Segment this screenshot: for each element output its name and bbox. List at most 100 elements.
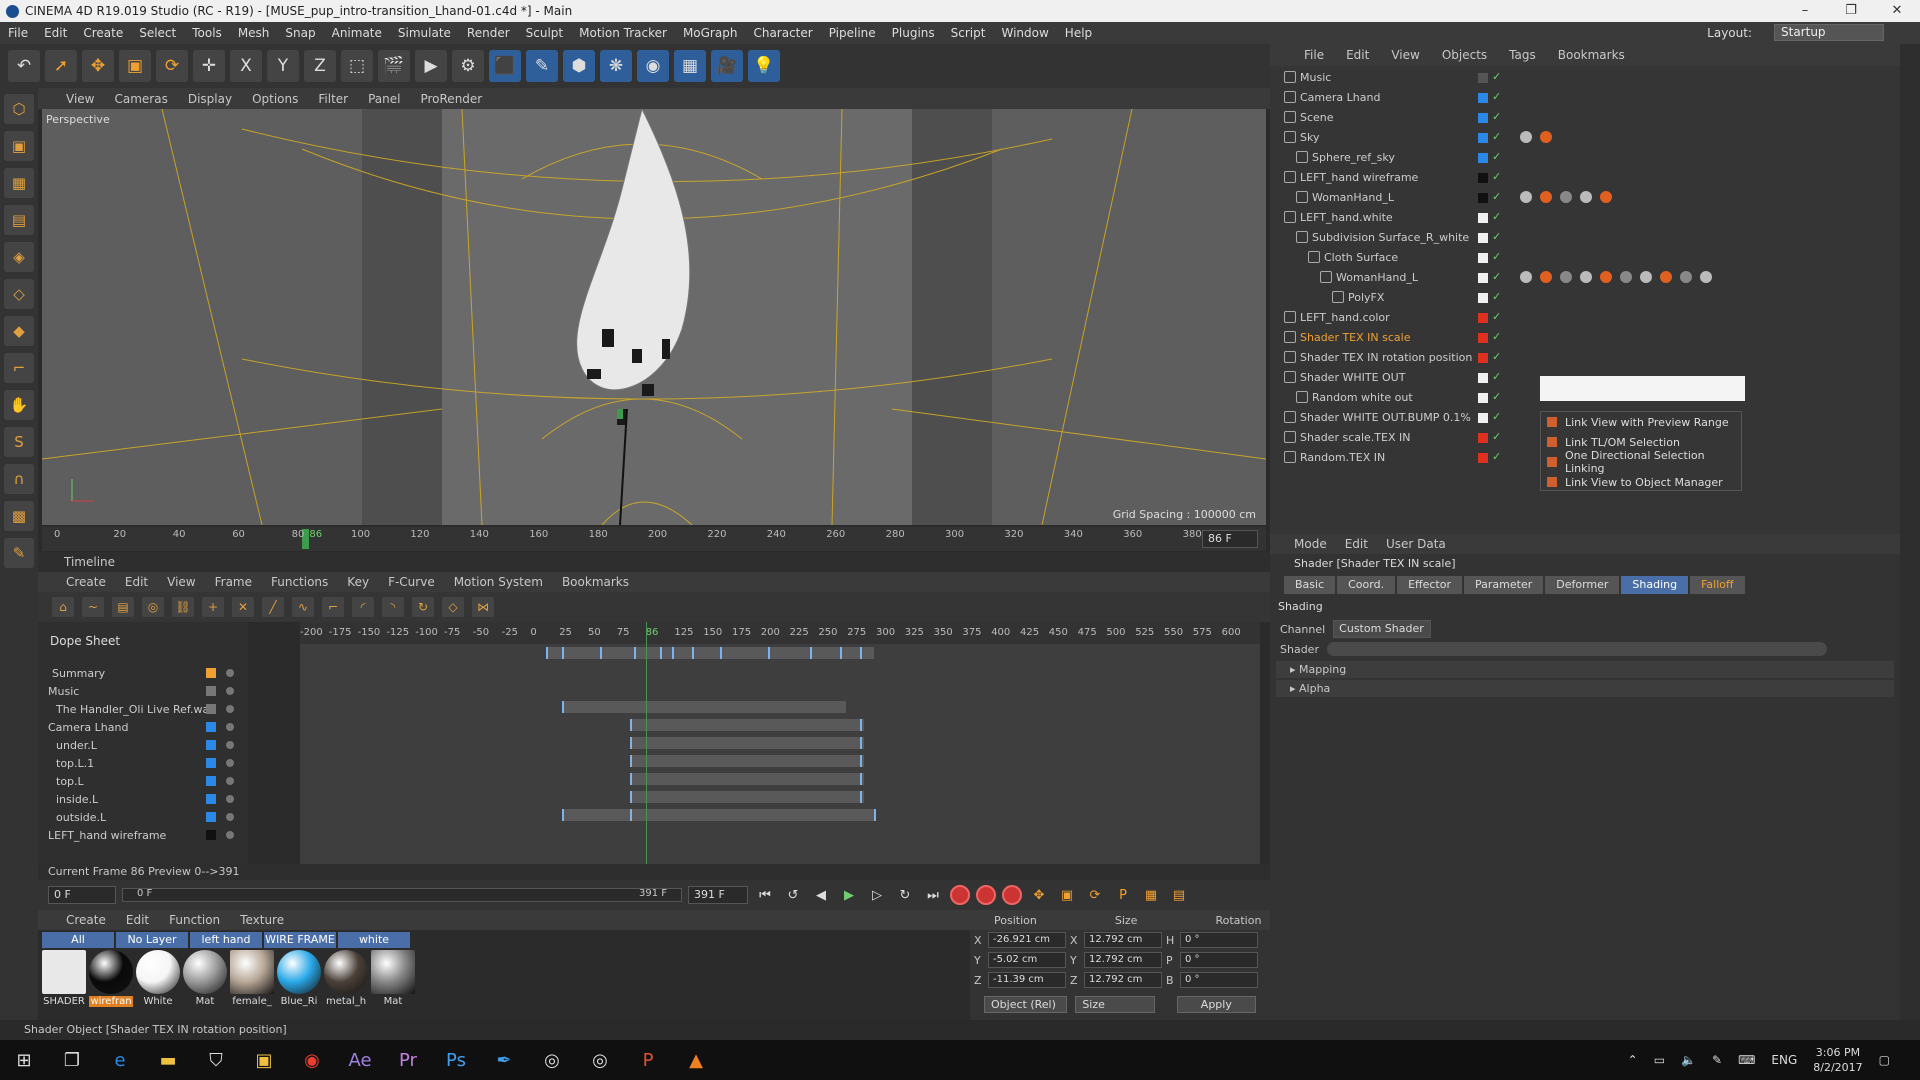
visibility-check-icon[interactable]: ✓	[1492, 210, 1501, 223]
fcurve-mode-icon[interactable]: ~	[82, 597, 104, 617]
store-icon[interactable]: ⛉	[192, 1040, 240, 1080]
layer-color-swatch[interactable]	[1478, 213, 1488, 223]
keyframe[interactable]	[720, 647, 722, 659]
context-item-link-view-to-object-manager[interactable]: Link View to Object Manager	[1541, 472, 1741, 492]
tag-icon[interactable]	[1520, 191, 1532, 203]
object-row[interactable]: WomanHand_L ✓	[1270, 268, 1900, 288]
volume-icon[interactable]: 🔈	[1681, 1053, 1696, 1067]
layer-color-swatch[interactable]	[1478, 173, 1488, 183]
motion-mode-icon[interactable]: ▤	[112, 597, 134, 617]
material-menu-edit[interactable]: Edit	[126, 913, 149, 927]
add-key-icon[interactable]: +	[202, 597, 224, 617]
current-frame-field[interactable]: 86 F	[1202, 530, 1258, 548]
visibility-check-icon[interactable]: ✓	[1492, 110, 1501, 123]
tag-icon[interactable]	[1700, 271, 1712, 283]
auto-key-icon[interactable]	[976, 885, 996, 905]
tag-icon[interactable]	[1580, 271, 1592, 283]
layer-color-swatch[interactable]	[1478, 293, 1488, 303]
keyframe[interactable]	[562, 701, 564, 713]
material-item[interactable]: SHADER	[42, 950, 86, 1012]
layer-color-swatch[interactable]	[1478, 333, 1488, 343]
material-item[interactable]: White	[136, 950, 180, 1012]
keyframe[interactable]	[634, 647, 636, 659]
material-preview[interactable]	[277, 950, 321, 994]
folder-icon[interactable]: ▣	[240, 1040, 288, 1080]
feather-icon[interactable]: ✒	[480, 1040, 528, 1080]
key-range-bar[interactable]	[630, 773, 864, 785]
object-row[interactable]: Shader TEX IN rotation position ✓	[1270, 348, 1900, 368]
spline-icon[interactable]: ∿	[292, 597, 314, 617]
tweak-mode-icon[interactable]: ✋	[4, 390, 34, 420]
dope-sheet-keys[interactable]: -200 -175 -150 -125 -100 -75 -50 -25 0 25 50 75 86 12…	[300, 622, 1260, 864]
material-preview[interactable]	[136, 950, 180, 994]
rotation-field[interactable]: 0 °	[1180, 952, 1258, 968]
layer-color-swatch[interactable]	[1478, 453, 1488, 463]
visibility-check-icon[interactable]: ✓	[1492, 130, 1501, 143]
material-filter-all[interactable]: All	[42, 932, 114, 948]
tab-parameter[interactable]: Parameter	[1464, 576, 1544, 594]
object-row[interactable]: LEFT_hand.color ✓	[1270, 308, 1900, 328]
camera-icon[interactable]: 🎥	[711, 50, 743, 82]
menu-mograph[interactable]: MoGraph	[683, 26, 738, 40]
workplane-icon[interactable]: ▤	[4, 205, 34, 235]
tag-icon[interactable]	[1560, 191, 1572, 203]
timeline-menu-edit[interactable]: Edit	[125, 575, 148, 589]
key-track[interactable]	[300, 644, 1260, 662]
menu-pipeline[interactable]: Pipeline	[829, 26, 876, 40]
scale-icon[interactable]: ▣	[119, 50, 151, 82]
key-range-bar[interactable]	[630, 755, 864, 767]
menu-motion-tracker[interactable]: Motion Tracker	[579, 26, 667, 40]
tag-icon[interactable]	[1560, 271, 1572, 283]
object-row[interactable]: Subdivision Surface_R_white ✓	[1270, 228, 1900, 248]
deformer-icon[interactable]: ◉	[637, 50, 669, 82]
key-mode-icon[interactable]: ⌂	[52, 597, 74, 617]
objects-menu-objects[interactable]: Objects	[1442, 48, 1487, 62]
keyframe[interactable]	[860, 719, 862, 731]
timeline-menu-create[interactable]: Create	[66, 575, 106, 589]
material-preview[interactable]	[324, 950, 368, 994]
cross-icon[interactable]: ✛	[193, 50, 225, 82]
layer-color-swatch[interactable]	[1478, 353, 1488, 363]
layer-color-swatch[interactable]	[1478, 233, 1488, 243]
tag-icon[interactable]	[1520, 271, 1532, 283]
dope-ruler[interactable]: -200 -175 -150 -125 -100 -75 -50 -25 0 25 50 75 86 12…	[300, 622, 1260, 644]
layer-color-swatch[interactable]	[1478, 133, 1488, 143]
timeline-menu-functions[interactable]: Functions	[271, 575, 328, 589]
key-range-bar[interactable]	[562, 809, 874, 821]
tab-basic[interactable]: Basic	[1284, 576, 1336, 594]
tag-icon[interactable]	[1640, 271, 1652, 283]
visibility-check-icon[interactable]: ✓	[1492, 250, 1501, 263]
material-item[interactable]: metal_h	[324, 950, 368, 1012]
maximize-button[interactable]: ❐	[1828, 0, 1874, 22]
track-row[interactable]: top.L.1	[38, 754, 248, 772]
menu-simulate[interactable]: Simulate	[398, 26, 451, 40]
tag-icon[interactable]	[1680, 271, 1692, 283]
material-filter-no-layer[interactable]: No Layer	[116, 932, 188, 948]
layer-color-swatch[interactable]	[1478, 413, 1488, 423]
task-view-icon[interactable]: ❐	[48, 1040, 96, 1080]
key-track[interactable]	[300, 680, 1260, 698]
material-menu-create[interactable]: Create	[66, 913, 106, 927]
track-row[interactable]: Camera Lhand	[38, 718, 248, 736]
menu-mesh[interactable]: Mesh	[238, 26, 270, 40]
keyframe[interactable]	[692, 647, 694, 659]
key-range-bar[interactable]	[630, 791, 864, 803]
visibility-check-icon[interactable]: ✓	[1492, 450, 1501, 463]
tag-icon[interactable]	[1600, 191, 1612, 203]
menu-help[interactable]: Help	[1065, 26, 1092, 40]
key-track[interactable]	[300, 734, 1260, 752]
visibility-check-icon[interactable]: ✓	[1492, 310, 1501, 323]
move-icon[interactable]: ✥	[82, 50, 114, 82]
visibility-check-icon[interactable]: ✓	[1492, 230, 1501, 243]
key-range-bar[interactable]	[630, 737, 864, 749]
object-row[interactable]: Music ✓	[1270, 68, 1900, 88]
tag-icon[interactable]	[1540, 271, 1552, 283]
timeline-menu-key[interactable]: Key	[347, 575, 369, 589]
pla-key-icon[interactable]: ▦	[1140, 884, 1162, 906]
track-visibility-icon[interactable]	[226, 777, 234, 785]
apply-button[interactable]: Apply	[1176, 996, 1256, 1013]
cube-icon[interactable]: ⬛	[489, 50, 521, 82]
explorer-icon[interactable]: ▬	[144, 1040, 192, 1080]
track-visibility-icon[interactable]	[226, 723, 234, 731]
key-track[interactable]	[300, 770, 1260, 788]
